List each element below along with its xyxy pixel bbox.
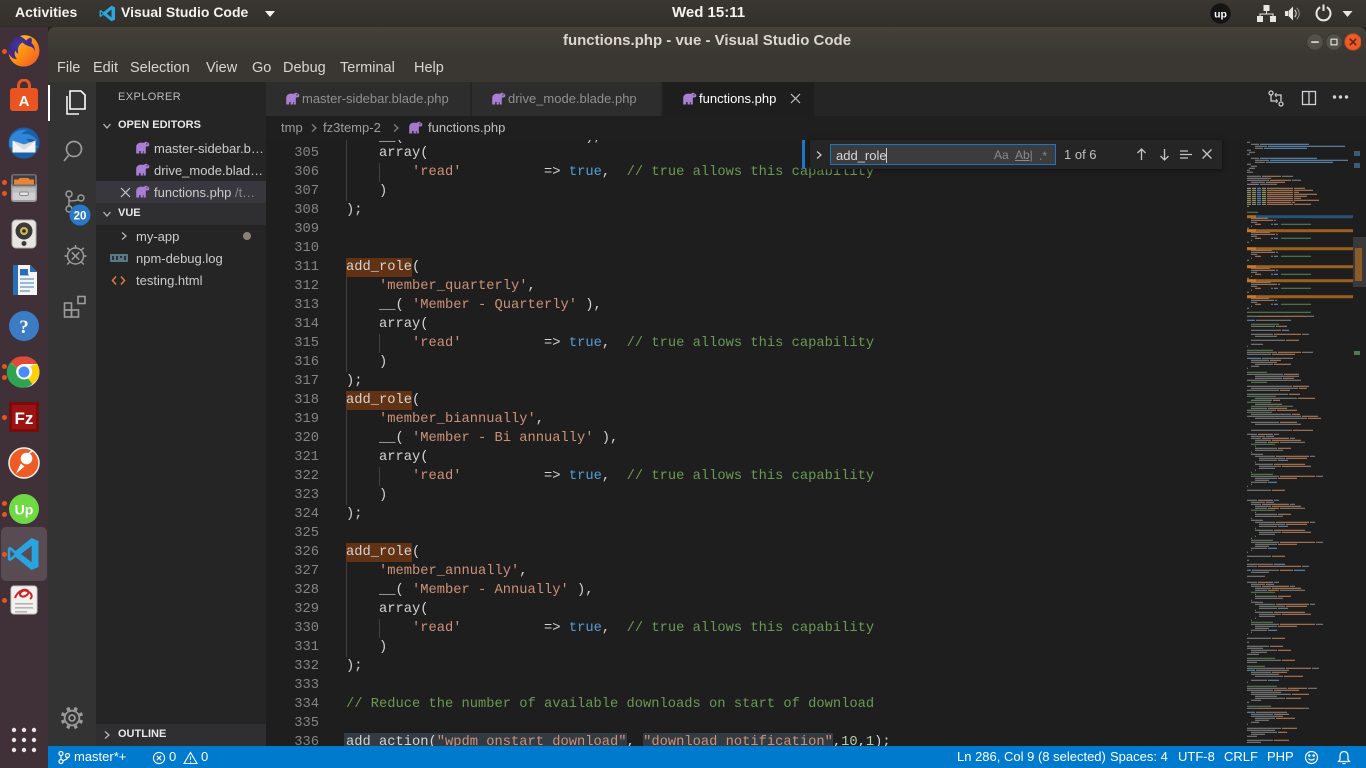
svg-text:up: up [1214, 9, 1227, 21]
svg-text:20: 20 [74, 211, 87, 223]
svg-text:?: ? [19, 317, 29, 338]
svg-text:A: A [19, 93, 30, 110]
svg-text:Up: Up [15, 502, 34, 518]
svg-text:Fz: Fz [15, 409, 34, 428]
